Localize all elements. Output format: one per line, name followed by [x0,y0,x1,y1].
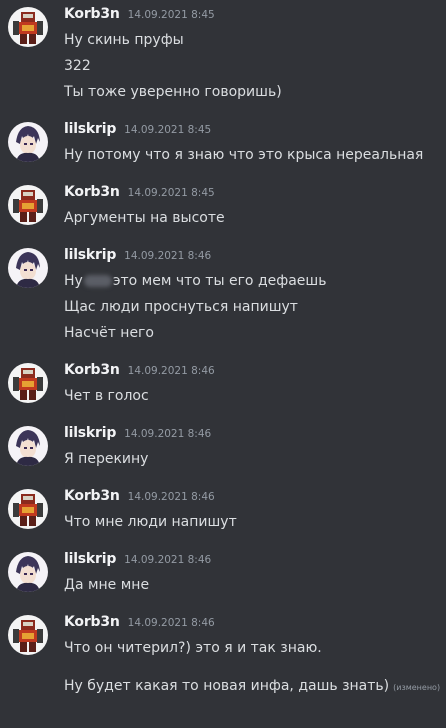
username[interactable]: lilskrip [64,121,116,137]
robot-avatar[interactable] [8,615,48,655]
timestamp: 14.09.2021 8:46 [127,365,215,377]
message-text: Щас люди проснуться напишут [64,299,298,315]
message-text: 322 [64,58,91,74]
username[interactable]: Korb3n [64,488,120,504]
message-text-suffix: это мем что ты его дефаешь [112,273,327,289]
timestamp: 14.09.2021 8:45 [127,187,215,199]
robot-avatar[interactable] [8,7,48,47]
username[interactable]: Korb3n [64,184,120,200]
message-group: lilskrip 14.09.2021 8:46 Я перекину [0,425,446,469]
message-text: Что он читерил?) это я и так знаю. [64,640,322,656]
anime-boy-avatar[interactable] [8,248,48,288]
robot-avatar[interactable] [8,185,48,225]
timestamp: 14.09.2021 8:46 [124,428,212,440]
message-text-body: Ну будет какая то новая инфа, дашь знать… [64,678,390,694]
message-text: Ты тоже уверенно говоришь) [64,84,282,100]
username[interactable]: lilskrip [64,425,116,441]
message-text: Ну это мем что ты его дефаешь [64,271,436,291]
message-group: Korb3n 14.09.2021 8:45 Ну скинь пруфы 32… [0,6,446,102]
timestamp: 14.09.2021 8:45 [124,124,212,136]
message-text: Я перекину [64,451,149,467]
username[interactable]: Korb3n [64,614,120,630]
message-text: Да мне мне [64,577,150,593]
chat-message-list[interactable]: Korb3n 14.09.2021 8:45 Ну скинь пруфы 32… [0,0,446,728]
message-group: lilskrip 14.09.2021 8:45 Ну потому что я… [0,121,446,165]
message-group: Korb3n 14.09.2021 8:45 Аргументы на высо… [0,184,446,228]
message-text: Ну скинь пруфы [64,32,184,48]
timestamp: 14.09.2021 8:46 [127,617,215,629]
message-group: lilskrip 14.09.2021 8:46 Ну это мем что т… [0,247,446,343]
message-text: Насчёт него [64,325,154,341]
message-group: Korb3n 14.09.2021 8:46 Чет в голос [0,362,446,406]
anime-boy-avatar[interactable] [8,122,48,162]
anime-boy-avatar[interactable] [8,552,48,592]
timestamp: 14.09.2021 8:46 [124,250,212,262]
username[interactable]: Korb3n [64,362,120,378]
robot-avatar[interactable] [8,489,48,529]
timestamp: 14.09.2021 8:46 [127,491,215,503]
username[interactable]: lilskrip [64,551,116,567]
redacted-blur [83,275,112,287]
message-group: Korb3n 14.09.2021 8:46 Что мне люди напи… [0,488,446,532]
message-text: Ну будет какая то новая инфа, дашь знать… [64,676,440,698]
message-text: Ну потому что я знаю что это крыса нереа… [64,147,424,163]
username[interactable]: Korb3n [64,6,120,22]
username[interactable]: lilskrip [64,247,116,263]
robot-avatar[interactable] [8,363,48,403]
message-text: Чет в голос [64,388,149,404]
timestamp: 14.09.2021 8:46 [124,554,212,566]
timestamp: 14.09.2021 8:45 [127,9,215,21]
message-text-prefix: Ну [64,273,83,289]
message-text: Что мне люди напишут [64,514,237,530]
anime-boy-avatar[interactable] [8,426,48,466]
message-text: Аргументы на высоте [64,210,225,226]
message-group: lilskrip 14.09.2021 8:46 Да мне мне [0,551,446,595]
message-group: Korb3n 14.09.2021 8:46 Что он читерил?) … [0,614,446,698]
edited-label: (изменено) [393,683,441,692]
